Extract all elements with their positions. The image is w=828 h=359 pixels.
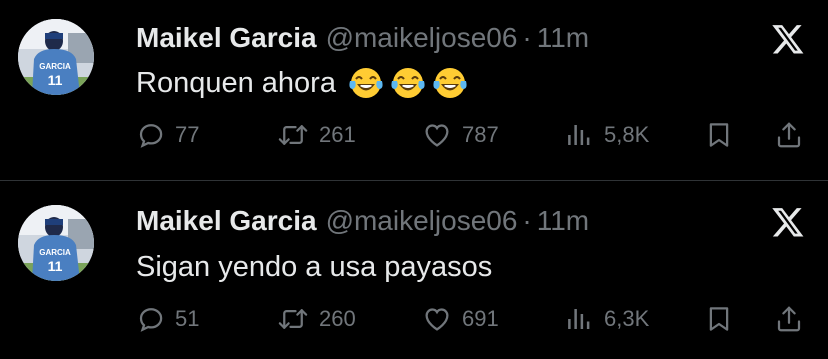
like-count: 787 xyxy=(462,122,499,147)
share-icon xyxy=(777,122,801,148)
tweet-text-content: Ronquen ahora xyxy=(136,66,336,99)
bookmark-icon xyxy=(709,123,729,147)
retweet-button[interactable]: 261 xyxy=(276,118,356,152)
avatar-photo: GARCIA 11 xyxy=(18,19,94,95)
views-button[interactable]: 6,3K xyxy=(565,302,649,336)
reply-count: 51 xyxy=(175,306,200,331)
heart-icon xyxy=(425,124,449,147)
tweet-header: Maikel Garcia @maikeljose06 · 11m xyxy=(136,203,589,239)
tweet-text: Sigan yendo a usa payasos xyxy=(136,247,492,287)
timestamp[interactable]: 11m xyxy=(537,205,589,237)
share-button[interactable] xyxy=(774,302,804,336)
svg-text:GARCIA: GARCIA xyxy=(39,248,71,257)
retweet-icon xyxy=(278,309,308,329)
timestamp[interactable]: 11m xyxy=(537,22,589,54)
reply-icon xyxy=(139,308,163,332)
avatar[interactable]: GARCIA 11 xyxy=(18,205,94,281)
reply-icon xyxy=(139,124,163,148)
view-count: 6,3K xyxy=(604,306,650,331)
tweet-text: Ronquen ahora xyxy=(136,63,468,103)
tweet[interactable]: GARCIA 11 Maikel Garcia @maikeljose06 · … xyxy=(0,0,828,180)
author-handle[interactable]: @maikeljose06 xyxy=(326,205,518,237)
x-logo-icon xyxy=(772,25,804,54)
svg-text:11: 11 xyxy=(48,258,63,274)
views-chart-icon xyxy=(568,309,590,329)
tweet[interactable]: GARCIA 11 Maikel Garcia @maikeljose06 · … xyxy=(0,181,828,359)
avatar-photo: GARCIA 11 xyxy=(18,205,94,281)
face-with-tears-of-joy-icon xyxy=(391,68,425,98)
reply-button[interactable]: 77 xyxy=(136,118,199,152)
emoji-group xyxy=(348,65,468,101)
author-name[interactable]: Maikel Garcia xyxy=(136,205,317,237)
face-with-tears-of-joy-icon xyxy=(433,68,467,98)
view-count: 5,8K xyxy=(604,122,650,147)
share-icon xyxy=(777,306,801,332)
heart-icon xyxy=(425,308,449,331)
like-count: 691 xyxy=(462,306,499,331)
author-name[interactable]: Maikel Garcia xyxy=(136,22,317,54)
svg-text:11: 11 xyxy=(48,72,63,88)
like-button[interactable]: 787 xyxy=(421,118,499,152)
x-logo-icon xyxy=(772,208,804,237)
face-with-tears-of-joy-icon xyxy=(349,68,383,98)
reply-button[interactable]: 51 xyxy=(136,302,199,336)
svg-text:GARCIA: GARCIA xyxy=(39,62,71,71)
retweet-button[interactable]: 260 xyxy=(276,302,356,336)
avatar[interactable]: GARCIA 11 xyxy=(18,19,94,95)
retweet-count: 260 xyxy=(319,306,356,331)
bookmark-icon xyxy=(709,307,729,331)
retweet-count: 261 xyxy=(319,122,356,147)
reply-count: 77 xyxy=(175,122,200,147)
tweet-actions: 51 260 691 6,3K xyxy=(0,302,828,336)
tweet-actions: 77 261 787 5,8K xyxy=(0,118,828,152)
share-button[interactable] xyxy=(774,118,804,152)
views-button[interactable]: 5,8K xyxy=(565,118,649,152)
retweet-icon xyxy=(278,125,308,145)
tweet-text-content: Sigan yendo a usa payasos xyxy=(136,250,493,283)
author-handle[interactable]: @maikeljose06 xyxy=(326,22,518,54)
separator-dot: · xyxy=(522,205,532,236)
bookmark-button[interactable] xyxy=(704,118,734,152)
bookmark-button[interactable] xyxy=(704,302,734,336)
views-chart-icon xyxy=(568,125,590,145)
separator-dot: · xyxy=(522,22,532,53)
like-button[interactable]: 691 xyxy=(421,302,499,336)
tweet-header: Maikel Garcia @maikeljose06 · 11m xyxy=(136,20,589,56)
